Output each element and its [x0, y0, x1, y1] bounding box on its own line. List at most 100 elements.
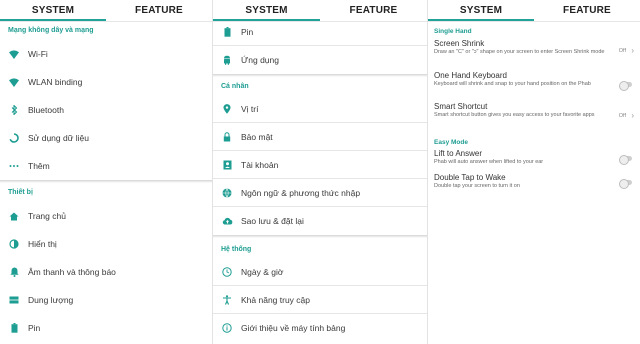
section-header-system: Hệ thống — [221, 246, 252, 253]
setting-smart-shortcut[interactable]: Smart Shortcut Smart shortcut button giv… — [434, 102, 634, 120]
tab-feature[interactable]: FEATURE — [534, 0, 640, 21]
setting-screen-shrink[interactable]: Screen Shrink Draw an "C" or "ↄ" shape o… — [434, 39, 634, 56]
settings-item-storage[interactable]: Dung lượng — [0, 286, 212, 314]
wifi-icon — [0, 49, 28, 59]
section-header-easy-mode: Easy Mode — [434, 139, 468, 146]
settings-item-label: Pin — [241, 26, 254, 37]
settings-item-wlan-binding[interactable]: WLAN binding — [0, 68, 212, 96]
settings-item-label: Bluetooth — [28, 105, 64, 115]
settings-item-apps[interactable]: Ứng dụng — [213, 46, 427, 74]
setting-description: Double tap your screen to turn it on — [434, 183, 520, 189]
tab-system[interactable]: SYSTEM — [0, 0, 106, 21]
tab-system[interactable]: SYSTEM — [428, 0, 534, 21]
setting-title: One Hand Keyboard — [434, 71, 507, 80]
settings-panel-system-1: SYSTEM FEATURE Mạng không dây và mạng Wi… — [0, 0, 212, 344]
setting-value: Off — [618, 48, 626, 54]
settings-item-label: Tài khoản — [241, 159, 279, 170]
setting-double-tap-to-wake[interactable]: Double Tap to Wake Double tap your scree… — [434, 173, 634, 190]
section-header-wireless: Mạng không dây và mạng — [8, 27, 94, 34]
accessibility-icon — [213, 294, 241, 305]
settings-item-home[interactable]: Trang chủ — [0, 202, 212, 230]
settings-item-security[interactable]: Bảo mật — [213, 123, 427, 151]
globe-icon — [213, 187, 241, 198]
section-header-single-hand: Single Hand — [434, 28, 472, 35]
card-divider — [0, 180, 212, 183]
settings-item-label: Ngôn ngữ & phương thức nhập — [241, 187, 361, 198]
lift-to-answer-toggle[interactable] — [619, 154, 632, 165]
settings-item-label: Ứng dụng — [241, 55, 279, 65]
settings-item-battery[interactable]: Pin — [213, 18, 427, 46]
settings-item-bluetooth[interactable]: Bluetooth — [0, 96, 212, 124]
settings-item-label: WLAN binding — [28, 77, 83, 87]
settings-item-label: Sao lưu & đặt lại — [241, 216, 304, 226]
section-header-personal: Cá nhân — [221, 83, 249, 90]
settings-item-backup[interactable]: Sao lưu & đặt lại — [213, 207, 427, 235]
settings-item-label: Ngày & giờ — [241, 266, 284, 277]
wifi-icon — [0, 77, 28, 87]
battery-icon — [213, 26, 241, 37]
settings-panel-feature: SYSTEM FEATURE Single Hand Screen Shrink… — [428, 0, 640, 344]
section-header-device: Thiết bị — [8, 189, 33, 196]
android-icon — [213, 55, 241, 65]
settings-panel-system-2: SYSTEM FEATURE Pin Ứng dụng Cá nhân Vị t… — [213, 0, 427, 344]
bell-icon — [0, 267, 28, 277]
settings-item-label: Khả năng truy cập — [241, 294, 310, 305]
setting-title: Lift to Answer — [434, 149, 483, 158]
one-hand-keyboard-toggle[interactable] — [619, 80, 632, 91]
bluetooth-icon — [0, 105, 28, 115]
settings-item-about-tablet[interactable]: Giới thiệu về máy tính bảng — [213, 314, 427, 342]
settings-item-wifi[interactable]: Wi-Fi — [0, 40, 212, 68]
tab-bar: SYSTEM FEATURE — [428, 0, 640, 22]
chevron-right-icon: › — [631, 111, 634, 120]
setting-description: Draw an "C" or "ↄ" shape on your screen … — [434, 49, 605, 55]
setting-value: Off — [618, 113, 626, 119]
settings-item-label: Wi-Fi — [28, 49, 48, 59]
tab-feature[interactable]: FEATURE — [106, 0, 212, 21]
more-icon — [0, 164, 28, 168]
data-usage-icon — [0, 133, 28, 143]
storage-icon — [0, 296, 28, 304]
settings-item-language[interactable]: Ngôn ngữ & phương thức nhập — [213, 179, 427, 207]
settings-item-label: Hiển thị — [28, 239, 57, 249]
settings-item-accounts[interactable]: Tài khoản — [213, 151, 427, 179]
card-divider — [213, 74, 427, 77]
settings-item-label: Bảo mật — [241, 131, 273, 142]
setting-title: Screen Shrink — [434, 39, 485, 48]
settings-item-sound[interactable]: Âm thanh và thông báo — [0, 258, 212, 286]
clock-icon — [213, 266, 241, 277]
setting-one-hand-keyboard[interactable]: One Hand Keyboard Keyboard will shrink a… — [434, 71, 634, 91]
chevron-right-icon: › — [631, 46, 634, 55]
cloud-upload-icon — [213, 217, 241, 225]
tab-bar: SYSTEM FEATURE — [0, 0, 212, 22]
settings-item-battery[interactable]: Pin — [0, 314, 212, 342]
settings-item-label: Trang chủ — [28, 211, 66, 221]
settings-item-accessibility[interactable]: Khả năng truy cập — [213, 286, 427, 314]
settings-item-label: Giới thiệu về máy tính bảng — [241, 323, 346, 333]
settings-item-label: Dung lượng — [28, 295, 74, 305]
settings-item-label: Sử dụng dữ liệu — [28, 133, 90, 143]
settings-item-label: Pin — [28, 323, 41, 333]
settings-item-date-time[interactable]: Ngày & giờ — [213, 258, 427, 286]
setting-title: Double Tap to Wake — [434, 173, 506, 182]
settings-item-more[interactable]: Thêm — [0, 152, 212, 180]
settings-item-label: Thêm — [28, 161, 50, 171]
card-divider — [213, 235, 427, 238]
battery-icon — [0, 323, 28, 333]
settings-item-label: Âm thanh và thông báo — [28, 267, 116, 277]
account-icon — [213, 160, 241, 170]
settings-item-display[interactable]: Hiển thị — [0, 230, 212, 258]
brightness-icon — [0, 239, 28, 249]
setting-description: Phab will auto answer when lifted to you… — [434, 159, 544, 165]
setting-title: Smart Shortcut — [434, 102, 488, 111]
settings-item-location[interactable]: Vị trí — [213, 95, 427, 123]
double-tap-to-wake-toggle[interactable] — [619, 178, 632, 189]
setting-description: Smart shortcut button gives you easy acc… — [434, 112, 595, 118]
location-icon — [213, 103, 241, 114]
setting-lift-to-answer[interactable]: Lift to Answer Phab will auto answer whe… — [434, 149, 634, 166]
home-icon — [0, 212, 28, 221]
settings-item-data-usage[interactable]: Sử dụng dữ liệu — [0, 124, 212, 152]
info-icon — [213, 323, 241, 333]
settings-item-label: Vị trí — [241, 103, 259, 114]
lock-icon — [213, 131, 241, 142]
setting-description: Keyboard will shrink and snap to your ha… — [434, 81, 591, 87]
